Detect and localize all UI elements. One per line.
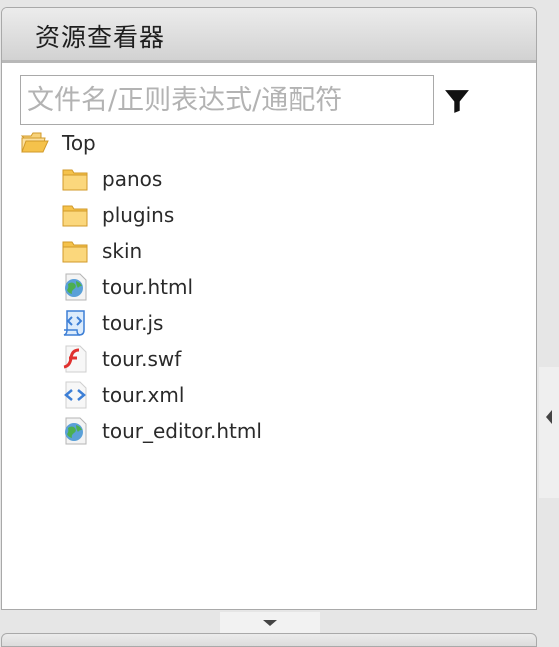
html-globe-icon — [65, 417, 87, 445]
tree-item-label: plugins — [102, 203, 175, 227]
collapse-side-handle[interactable] — [539, 367, 559, 498]
tree-item-label: tour.html — [102, 275, 194, 299]
next-panel-header[interactable] — [1, 633, 537, 647]
folder-icon — [62, 241, 88, 263]
tree-item-label: tour.swf — [102, 347, 182, 371]
filter-input[interactable] — [20, 75, 434, 125]
panel-header: 资源查看器 — [2, 8, 536, 63]
tree-item-label: tour.xml — [102, 383, 185, 407]
xml-file-icon — [64, 381, 87, 409]
folder-open-icon — [20, 132, 49, 153]
resource-viewer-panel: 资源查看器 Top panos — [1, 7, 537, 610]
tree-item-label: Top — [62, 131, 96, 155]
flash-swf-icon — [63, 345, 87, 373]
tree-item-tour-js[interactable]: tour.js — [60, 305, 163, 341]
tree-item-tour-editor-html[interactable]: tour_editor.html — [60, 413, 262, 449]
tree-item-top[interactable]: Top — [20, 125, 96, 161]
collapse-bottom-handle[interactable] — [220, 612, 320, 634]
tree-item-tour-swf[interactable]: tour.swf — [60, 341, 181, 377]
tree-item-label: skin — [102, 239, 143, 263]
funnel-icon[interactable] — [444, 88, 470, 114]
chevron-left-icon — [546, 410, 552, 424]
tree-item-label: tour_editor.html — [102, 419, 262, 443]
tree-item-plugins[interactable]: plugins — [60, 197, 174, 233]
panel-title: 资源查看器 — [35, 23, 166, 52]
tree-item-panos[interactable]: panos — [60, 161, 162, 197]
tree-item-tour-html[interactable]: tour.html — [60, 269, 193, 305]
chevron-down-icon — [263, 620, 277, 626]
tree-item-skin[interactable]: skin — [60, 233, 142, 269]
tree-item-label: panos — [102, 167, 163, 191]
tree-item-label: tour.js — [102, 311, 164, 335]
tree-item-tour-xml[interactable]: tour.xml — [60, 377, 184, 413]
html-globe-icon — [65, 273, 87, 301]
folder-icon — [62, 205, 88, 227]
js-script-icon — [63, 310, 85, 336]
folder-icon — [62, 169, 88, 191]
